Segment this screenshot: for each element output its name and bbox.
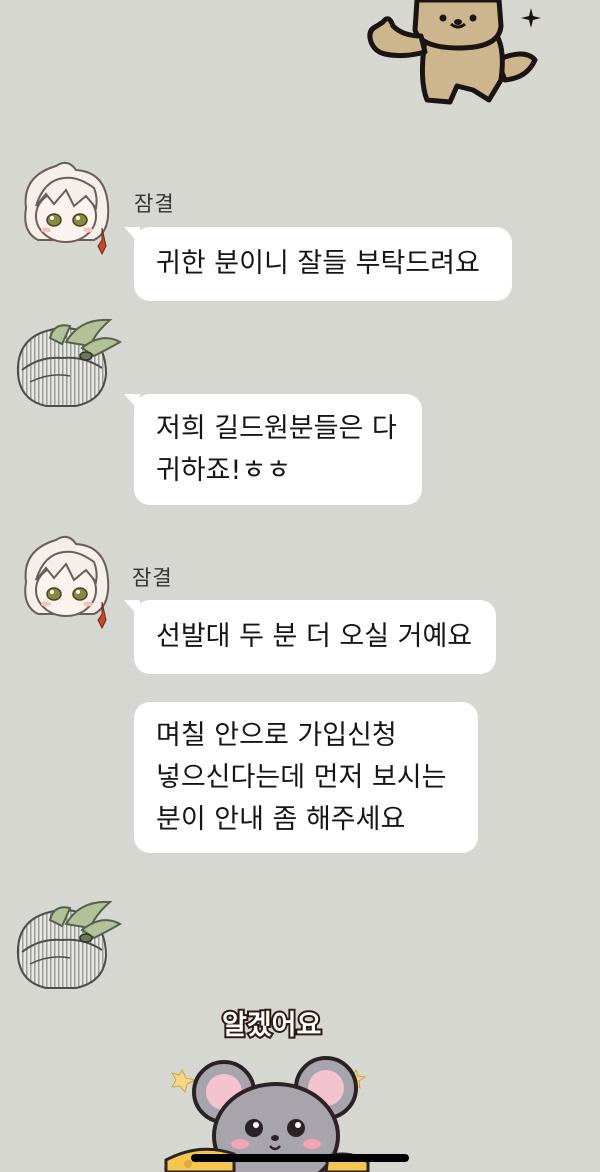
mouse-cheese-sticker[interactable]: 알겠어요 <box>160 996 380 1172</box>
bear-thumbs-up-sticker[interactable] <box>355 0 555 110</box>
message-text: 귀하죠!ㅎㅎ <box>156 454 292 486</box>
message-bubble[interactable]: 선발대 두 분 더 오실 거예요 <box>124 600 496 674</box>
message-text: 저희 길드원분들은 다 <box>156 412 397 444</box>
message-bubble[interactable]: 저희 길드원분들은 다 귀하죠!ㅎㅎ <box>124 394 422 505</box>
bubble-tail <box>124 394 140 412</box>
avatar-guild-member[interactable] <box>10 312 123 412</box>
message-bubble[interactable]: 며칠 안으로 가입신청 넣으신다는데 먼저 보시는 분이 안내 좀 해주세요 <box>134 702 478 853</box>
message-text: 귀한 분이니 잘들 부탁드려요 <box>156 248 480 279</box>
bubble-tail <box>124 600 140 618</box>
avatar-jamgyeol[interactable] <box>16 158 116 258</box>
sender-name: 잠결 <box>132 566 173 590</box>
avatar-jamgyeol[interactable] <box>16 532 116 632</box>
sticker-caption: 알겠어요 <box>222 1010 321 1041</box>
message-text: 며칠 안으로 가입신청 <box>156 719 397 751</box>
message-bubble[interactable]: 귀한 분이니 잘들 부탁드려요 <box>124 227 512 301</box>
message-text: 넣으신다는데 먼저 보시는 <box>156 761 447 793</box>
message-text: 분이 안내 좀 해주세요 <box>156 803 406 835</box>
avatar-guild-member[interactable] <box>10 894 123 994</box>
message-text: 선발대 두 분 더 오실 거예요 <box>156 621 473 652</box>
sender-name: 잠결 <box>134 192 175 216</box>
home-indicator[interactable] <box>191 1154 409 1162</box>
bubble-tail <box>124 227 140 245</box>
